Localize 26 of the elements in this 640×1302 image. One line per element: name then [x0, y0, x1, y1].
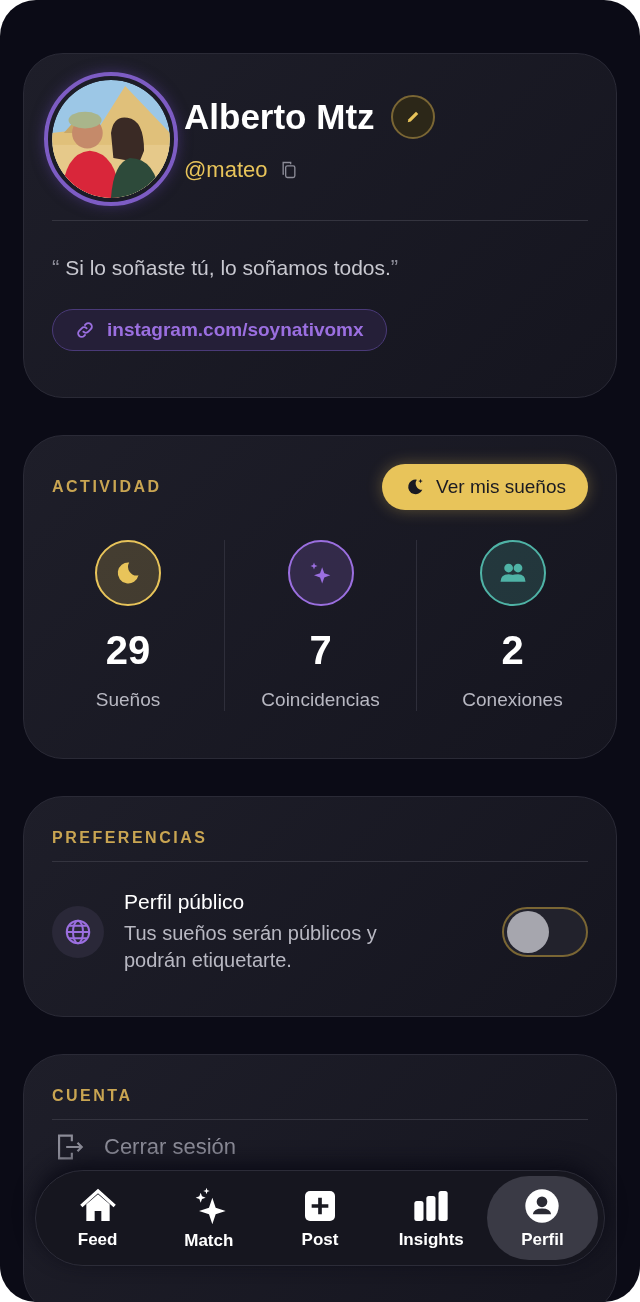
section-title: ACTIVIDAD: [52, 478, 162, 496]
stat-value: 7: [309, 628, 332, 673]
setting-title: Perfil público: [124, 890, 246, 914]
link-icon: [75, 320, 95, 340]
setting-description: Tus sueños serán públicos y podrán etiquetarte.: [124, 921, 378, 973]
tab[interactable]: Perfil: [486, 1176, 598, 1260]
section-title: CUENTA: [52, 1087, 134, 1105]
stat-label: Coincidencias: [261, 689, 380, 711]
tab[interactable]: Insights: [375, 1176, 487, 1260]
tab[interactable]: Match: [153, 1176, 265, 1260]
profile-name: Alberto Mtz: [184, 97, 375, 137]
edit-button[interactable]: [390, 95, 435, 139]
stat-value: 2: [501, 628, 524, 673]
tab[interactable]: Feed: [42, 1176, 154, 1260]
stat-label: Sueños: [95, 689, 161, 711]
tab[interactable]: Post: [264, 1176, 376, 1260]
instagram-link[interactable]: instagram.com/soynativomx: [52, 309, 387, 351]
stat-value: 29: [105, 628, 151, 673]
globe-icon: [52, 906, 104, 958]
dreams-button[interactable]: Ver mis sueños: [382, 464, 588, 510]
bio-quote: “ Si lo soñaste tú, lo soñamos todos.”: [52, 255, 400, 281]
section-title: PREFERENCIAS: [52, 829, 209, 847]
toggle-switch[interactable]: [502, 907, 588, 957]
logout-item[interactable]: Cerrar sesión: [104, 1134, 237, 1160]
username: @mateo: [184, 157, 268, 183]
stat-label: Conexiones: [462, 689, 563, 711]
